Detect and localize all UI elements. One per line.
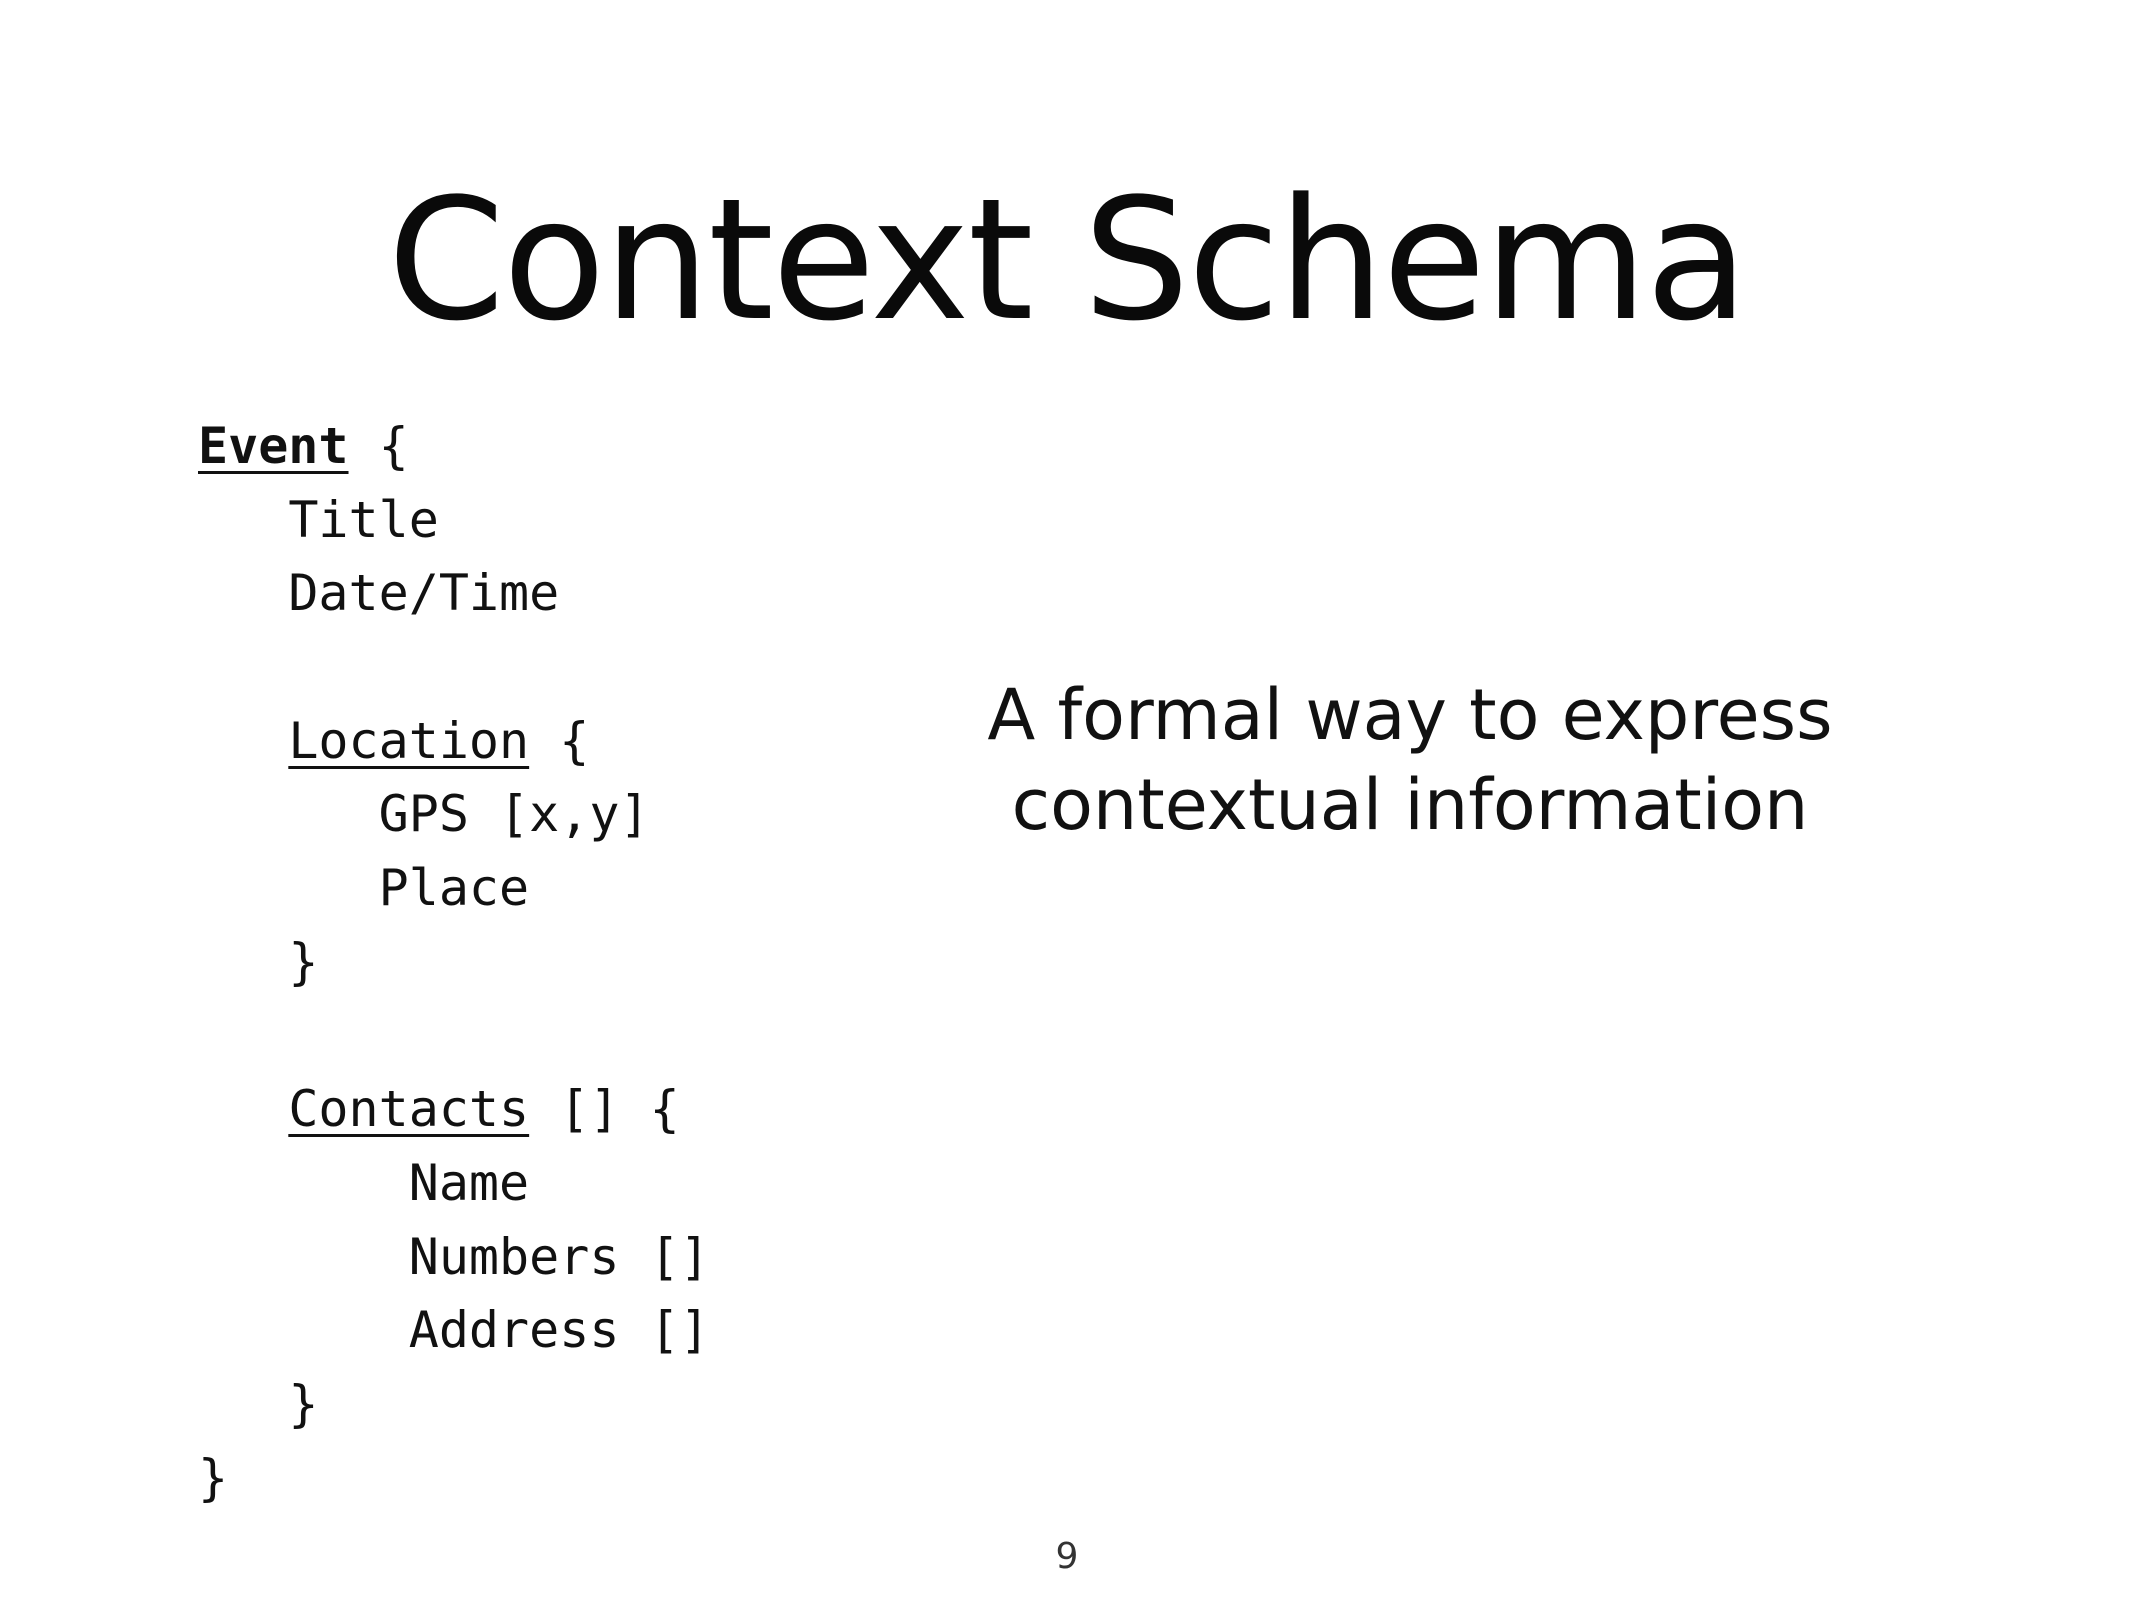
slide: Context Schema Event { Title Date/Time L… <box>0 0 2134 1600</box>
location-open-brace: { <box>559 711 590 770</box>
slide-title: Context Schema <box>387 162 1749 358</box>
location-field-place: Place <box>378 859 530 918</box>
code-line-location: Location { <box>198 705 710 779</box>
code-line-contacts: Contacts [] { <box>198 1073 710 1147</box>
location-field-gps: GPS [x,y] <box>378 785 650 844</box>
page-number: 9 <box>1055 1536 1079 1577</box>
code-line-event-close: } <box>198 1442 710 1516</box>
code-line-contacts-close: } <box>198 1368 710 1442</box>
event-close-brace: } <box>198 1448 229 1507</box>
event-field-title: Title <box>288 490 439 549</box>
code-line-numbers: Numbers [] <box>198 1221 710 1295</box>
code-line-address: Address [] <box>198 1294 710 1368</box>
description-line: A formal way to express <box>987 674 1833 756</box>
schema-code-block: Event { Title Date/Time Location { GPS [… <box>198 410 710 1515</box>
code-line-name: Name <box>198 1147 710 1221</box>
contacts-field-name: Name <box>408 1153 530 1212</box>
event-keyword: Event <box>198 417 349 475</box>
description-line: contextual information <box>1011 764 1809 846</box>
contacts-keyword: Contacts <box>288 1080 530 1139</box>
location-keyword: Location <box>288 711 530 770</box>
contacts-field-numbers: Numbers [] <box>408 1227 710 1286</box>
code-line-title: Title <box>198 484 710 558</box>
code-line-gps: GPS [x,y] <box>198 778 710 852</box>
location-close-brace: } <box>288 932 319 991</box>
slide-description: A formal way to express contextual infor… <box>960 670 1860 850</box>
event-field-datetime: Date/Time <box>288 564 560 623</box>
code-line-place: Place <box>198 852 710 926</box>
contacts-array-suffix: [] <box>559 1080 620 1139</box>
code-line-datetime: Date/Time <box>198 557 710 631</box>
code-line-location-close: } <box>198 926 710 1000</box>
code-line-event: Event { <box>198 410 710 484</box>
contacts-field-address: Address [] <box>408 1301 710 1360</box>
event-open-brace: { <box>378 417 409 475</box>
contacts-open-brace: { <box>649 1080 680 1139</box>
contacts-close-brace: } <box>288 1374 319 1433</box>
